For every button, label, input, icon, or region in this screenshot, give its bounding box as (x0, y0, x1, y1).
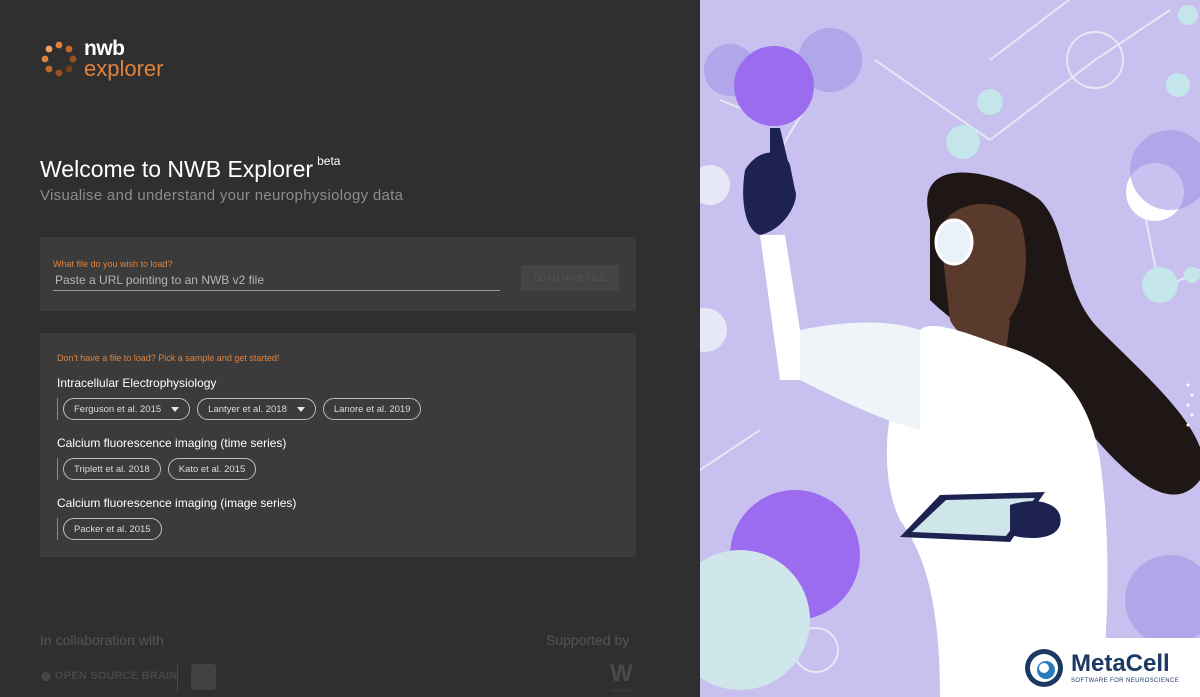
chip-label: Packer et al. 2015 (74, 523, 151, 535)
metacell-cell-icon (1025, 648, 1063, 687)
brain-icon (41, 671, 51, 681)
illustration-panel: MetaCell SOFTWARE FOR NEUROSCIENCE (700, 0, 1200, 697)
chip-row: Packer et al. 2015 (57, 518, 296, 540)
metacell-tagline: SOFTWARE FOR NEUROSCIENCE (1071, 677, 1180, 684)
chip-row: Ferguson et al. 2015 Lantyer et al. 2018… (57, 398, 428, 420)
group-title: Calcium fluorescence imaging (time serie… (57, 436, 287, 450)
sample-group-calcium-image: Calcium fluorescence imaging (image seri… (57, 496, 296, 540)
sample-chip-lantyer[interactable]: Lantyer et al. 2018 (197, 398, 316, 420)
group-title: Calcium fluorescence imaging (image seri… (57, 496, 297, 510)
open-source-brain-logo[interactable]: OPEN SOURCE BRAIN (40, 670, 178, 682)
sample-chip-ferguson[interactable]: Ferguson et al. 2015 (63, 398, 191, 420)
url-field-label: What file do you wish to load? (53, 259, 173, 269)
logo-ring-icon (41, 41, 77, 77)
chip-label: Lantyer et al. 2018 (208, 403, 287, 415)
group-title: Intracellular Electrophysiology (57, 376, 217, 390)
samples-prompt: Don't have a file to load? Pick a sample… (57, 353, 280, 363)
partner-logo[interactable] (191, 664, 216, 690)
left-panel: nwb explorer Welcome to NWB Explorer beta… (0, 0, 700, 697)
osb-logo-text: OPEN SOURCE BRAIN (55, 670, 178, 682)
scientist-illustration (700, 0, 1200, 697)
page-title-text: Welcome to NWB Explorer (40, 156, 314, 182)
metacell-logo[interactable]: MetaCell SOFTWARE FOR NEUROSCIENCE (1011, 638, 1200, 697)
wellcome-logo-text: wellcome (610, 688, 631, 694)
chip-label: Lanore et al. 2019 (333, 403, 411, 415)
sample-chip-lanore[interactable]: Lanore et al. 2019 (322, 398, 422, 420)
logo-divider (177, 665, 178, 692)
caret-down-icon (171, 406, 180, 412)
chip-row: Triplett et al. 2018 Kato et al. 2015 (57, 458, 286, 480)
chip-label: Ferguson et al. 2015 (74, 403, 162, 415)
sample-chip-kato[interactable]: Kato et al. 2015 (167, 458, 257, 480)
logo-explorer-text: explorer (84, 56, 164, 81)
sample-group-calcium-time: Calcium fluorescence imaging (time serie… (57, 436, 286, 480)
supported-by-label: Supported by (546, 632, 630, 648)
page-subtitle: Visualise and understand your neurophysi… (40, 187, 404, 204)
caret-down-icon (296, 406, 305, 412)
samples-panel: Don't have a file to load? Pick a sample… (40, 333, 636, 557)
wellcome-logo[interactable]: W (610, 660, 633, 688)
sample-chip-packer[interactable]: Packer et al. 2015 (63, 518, 162, 540)
sample-group-intracellular: Intracellular Electrophysiology Ferguson… (57, 376, 428, 420)
metacell-name: MetaCell (1071, 649, 1170, 677)
nwb-explorer-logo[interactable]: nwb explorer (40, 38, 163, 80)
url-input[interactable] (53, 270, 500, 291)
load-nwb-file-button[interactable]: LOAD NWB FILE (521, 265, 619, 291)
sample-chip-triplett[interactable]: Triplett et al. 2018 (63, 458, 161, 480)
load-file-panel: What file do you wish to load? LOAD NWB … (40, 237, 636, 311)
page-title: Welcome to NWB Explorer beta (40, 154, 341, 183)
collaboration-label: In collaboration with (40, 632, 164, 648)
chip-label: Triplett et al. 2018 (74, 463, 150, 475)
beta-badge: beta (317, 154, 341, 169)
chip-label: Kato et al. 2015 (178, 463, 246, 475)
